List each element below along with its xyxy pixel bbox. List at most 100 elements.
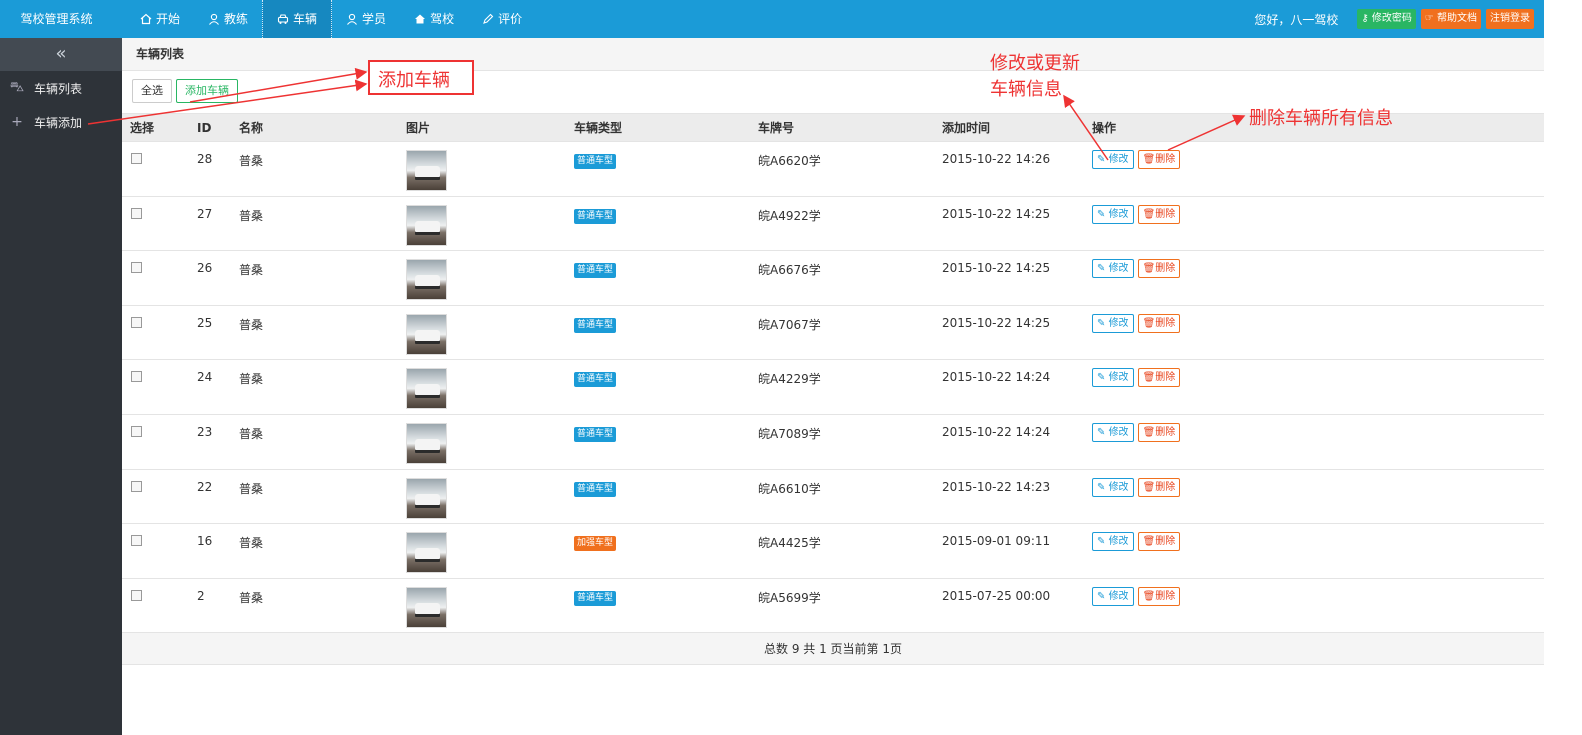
row-plate: 皖A4922学 bbox=[758, 208, 821, 223]
sidebar-item-vehicle-add[interactable]: + 车辆添加 bbox=[0, 105, 122, 139]
delete-button[interactable]: 🗑删除 bbox=[1137, 150, 1181, 169]
row-type-cell: 普通车型 bbox=[574, 261, 758, 279]
edit-icon: ✎ bbox=[1097, 154, 1109, 165]
delete-label: 删除 bbox=[1155, 317, 1176, 329]
nav-item-coach[interactable]: 教练 bbox=[194, 0, 262, 38]
vehicle-type-badge: 普通车型 bbox=[574, 426, 617, 442]
row-checkbox[interactable] bbox=[131, 207, 142, 219]
row-image-cell bbox=[406, 204, 574, 246]
nav-label: 车辆 bbox=[293, 12, 318, 26]
nav-item-review[interactable]: 评价 bbox=[468, 0, 536, 38]
row-id: 27 bbox=[197, 206, 213, 221]
edit-button[interactable]: ✎ 修改 bbox=[1092, 313, 1134, 333]
row-name: 普桑 bbox=[239, 208, 264, 223]
delete-button[interactable]: 🗑删除 bbox=[1137, 477, 1181, 497]
row-actions: ✎ 修改 🗑删除 bbox=[1092, 532, 1544, 552]
table-row: 25 普桑 普通车型 皖A7067学 2015-10-22 14:25 ✎ 修改 🗑删除 bbox=[122, 306, 1544, 361]
edit-button[interactable]: ✎ 修改 bbox=[1092, 204, 1134, 224]
edit-label: 修改 bbox=[1108, 426, 1129, 438]
add-vehicle-button[interactable]: 添加车辆 bbox=[176, 79, 238, 103]
row-select-cell bbox=[122, 152, 197, 164]
trash-icon: 🗑 bbox=[1142, 372, 1156, 384]
row-select-cell bbox=[122, 207, 197, 219]
delete-button[interactable]: 🗑删除 bbox=[1137, 586, 1181, 606]
row-checkbox[interactable] bbox=[131, 535, 142, 547]
edit-button[interactable]: ✎ 修改 bbox=[1092, 532, 1134, 552]
edit-button[interactable]: ✎ 修改 bbox=[1092, 150, 1134, 169]
row-plate: 皖A5699学 bbox=[758, 590, 821, 605]
delete-button[interactable]: 🗑删除 bbox=[1137, 422, 1181, 442]
logout-button[interactable]: 注销登录 bbox=[1486, 9, 1534, 29]
row-checkbox[interactable] bbox=[131, 371, 142, 383]
trash-icon: 🗑 bbox=[1142, 208, 1156, 220]
table-row: 2 普桑 普通车型 皖A5699学 2015-07-25 00:00 ✎ 修改 🗑删除 bbox=[122, 579, 1544, 634]
edit-button[interactable]: ✎ 修改 bbox=[1092, 586, 1134, 606]
delete-button[interactable]: 🗑删除 bbox=[1137, 259, 1181, 279]
nav-label: 驾校 bbox=[430, 12, 455, 26]
change-password-button[interactable]: ⚷ 修改密码 bbox=[1357, 9, 1416, 29]
edit-button[interactable]: ✎ 修改 bbox=[1092, 422, 1134, 442]
home-icon bbox=[140, 13, 152, 25]
edit-button[interactable]: ✎ 修改 bbox=[1092, 368, 1134, 388]
nav-item-student[interactable]: 学员 bbox=[332, 0, 400, 38]
help-doc-button[interactable]: ☞ 帮助文档 bbox=[1420, 9, 1481, 29]
row-type-cell: 普通车型 bbox=[574, 316, 758, 333]
row-actions: ✎ 修改 🗑删除 bbox=[1092, 368, 1544, 388]
row-time: 2015-10-22 14:24 bbox=[942, 424, 1051, 439]
collapse-sidebar-button[interactable]: « bbox=[0, 38, 122, 71]
sidebar-item-vehicle-list[interactable]: ⛍ 车辆列表 bbox=[0, 71, 122, 105]
sidebar: « ⛍ 车辆列表 + 车辆添加 bbox=[0, 38, 122, 735]
edit-button[interactable]: ✎ 修改 bbox=[1092, 477, 1134, 497]
row-checkbox[interactable] bbox=[131, 425, 142, 437]
delete-label: 删除 bbox=[1155, 536, 1176, 548]
row-checkbox[interactable] bbox=[131, 153, 142, 164]
row-id: 23 bbox=[197, 424, 213, 439]
row-actions: ✎ 修改 🗑删除 bbox=[1092, 259, 1544, 279]
delete-button[interactable]: 🗑删除 bbox=[1137, 368, 1181, 388]
nav-item-school[interactable]: 驾校 bbox=[400, 0, 468, 38]
trash-icon: 🗑 bbox=[1142, 154, 1156, 165]
row-checkbox[interactable] bbox=[131, 262, 142, 274]
edit-icon: ✎ bbox=[1097, 263, 1109, 275]
user-area: 您好，八一驾校 ⚷ 修改密码 ☞ 帮助文档 注销登录 bbox=[1254, 0, 1534, 38]
row-type-cell: 加强车型 bbox=[574, 534, 758, 552]
row-name: 普桑 bbox=[239, 481, 264, 496]
row-image-cell bbox=[406, 150, 574, 191]
delete-label: 删除 bbox=[1155, 426, 1176, 438]
delete-label: 删除 bbox=[1155, 372, 1176, 384]
row-checkbox[interactable] bbox=[131, 316, 142, 328]
right-edge bbox=[1544, 0, 1582, 735]
table-row: 27 普桑 普通车型 皖A4922学 2015-10-22 14:25 ✎ 修改 🗑删除 bbox=[122, 197, 1544, 252]
user-icon bbox=[209, 13, 219, 25]
delete-label: 删除 bbox=[1155, 208, 1176, 220]
delete-button[interactable]: 🗑删除 bbox=[1137, 204, 1181, 224]
row-name: 普桑 bbox=[239, 317, 264, 332]
delete-button[interactable]: 🗑删除 bbox=[1137, 532, 1181, 552]
edit-label: 修改 bbox=[1108, 536, 1129, 548]
edit-label: 修改 bbox=[1108, 263, 1129, 275]
row-time: 2015-10-22 14:26 bbox=[942, 152, 1051, 166]
row-type-cell: 普通车型 bbox=[574, 152, 758, 169]
table-row: 26 普桑 普通车型 皖A6676学 2015-10-22 14:25 ✎ 修改 🗑删除 bbox=[122, 251, 1544, 306]
nav-label: 开始 bbox=[156, 12, 181, 26]
nav-item-start[interactable]: 开始 bbox=[126, 0, 194, 38]
vehicle-thumbnail bbox=[406, 150, 447, 191]
row-time: 2015-10-22 14:23 bbox=[942, 479, 1051, 494]
car-icon bbox=[277, 14, 289, 24]
key-icon: ⚷ bbox=[1361, 13, 1372, 24]
row-plate: 皖A7067学 bbox=[758, 317, 821, 332]
select-all-button[interactable]: 全选 bbox=[132, 79, 172, 103]
nav-item-vehicle[interactable]: 车辆 bbox=[262, 0, 333, 38]
row-select-cell bbox=[122, 316, 197, 328]
row-id: 2 bbox=[197, 588, 205, 603]
edit-button[interactable]: ✎ 修改 bbox=[1092, 259, 1134, 279]
row-name: 普桑 bbox=[239, 590, 264, 605]
row-type-cell: 普通车型 bbox=[574, 480, 758, 497]
delete-button[interactable]: 🗑删除 bbox=[1137, 313, 1181, 333]
edit-label: 修改 bbox=[1108, 372, 1129, 384]
table-row: 24 普桑 普通车型 皖A4229学 2015-10-22 14:24 ✎ 修改 🗑删除 bbox=[122, 360, 1544, 415]
annotation-edit: 修改或更新 车辆信息 bbox=[990, 51, 1080, 103]
row-checkbox[interactable] bbox=[131, 589, 142, 601]
row-select-cell bbox=[122, 534, 197, 547]
row-checkbox[interactable] bbox=[131, 480, 142, 492]
